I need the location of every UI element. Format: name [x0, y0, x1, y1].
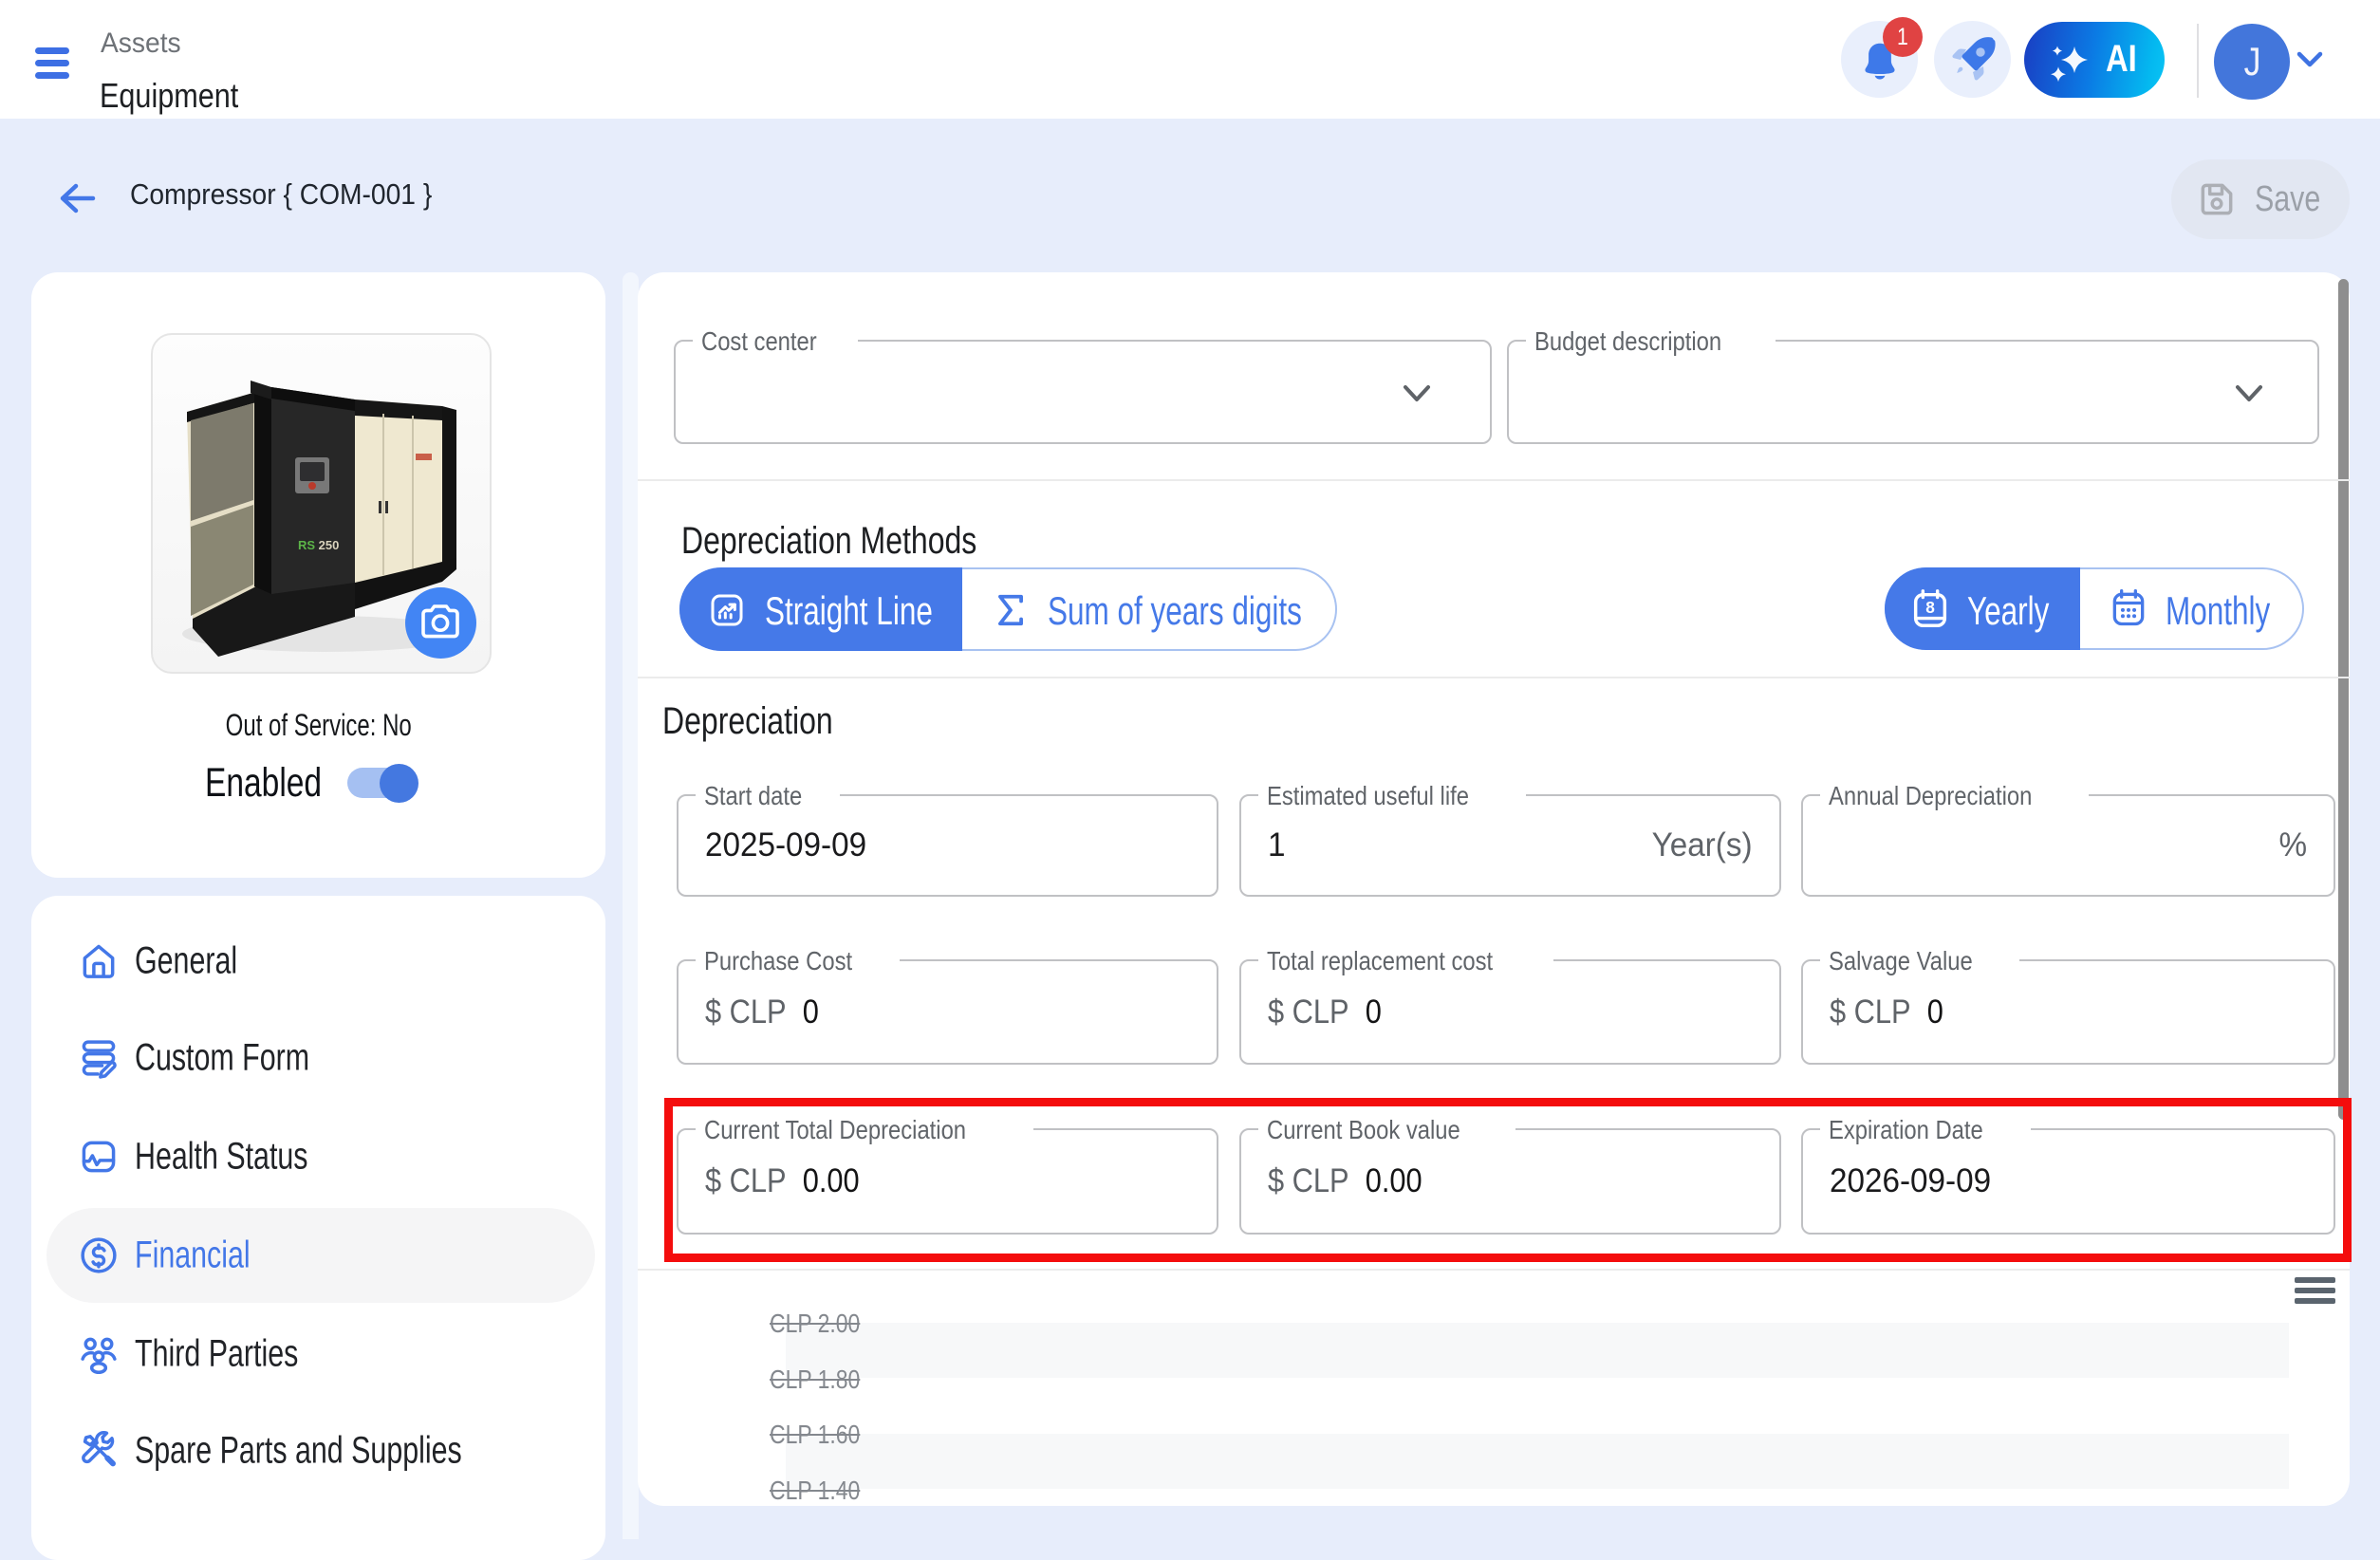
svg-text:8: 8	[1925, 598, 1935, 617]
svg-text:RS 250: RS 250	[298, 538, 339, 552]
